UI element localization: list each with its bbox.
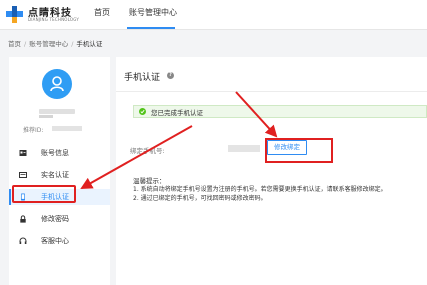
sidebar-item-real-name[interactable]: 实名认证 (9, 167, 110, 183)
nav-home-link[interactable]: 首页 (94, 7, 110, 18)
sidebar-item-label: 客服中心 (41, 237, 69, 245)
avatar[interactable] (42, 69, 72, 99)
referral-id-label: 推荐ID: (23, 127, 44, 134)
check-circle-icon (139, 108, 146, 115)
sidebar: 推荐ID: 账号信息 实名认证 手机认证 修改密码 客服中心 (9, 57, 110, 285)
help-icon[interactable]: ? (167, 72, 174, 79)
sidebar-item-customer-service[interactable]: 客服中心 (9, 233, 110, 249)
tip-line: 2. 通过已绑定的手机号，可找回密码或修改密码。 (133, 195, 267, 202)
bound-phone-label: 绑定手机号: (130, 147, 165, 155)
sidebar-item-change-password[interactable]: 修改密码 (9, 211, 110, 227)
bound-phone-value-redacted (228, 145, 260, 152)
nav-account-center-link[interactable]: 账号管理中心 (129, 7, 177, 18)
user-icon (50, 76, 64, 92)
sidebar-item-label: 实名认证 (41, 171, 69, 179)
breadcrumb-account-center[interactable]: 账号管理中心 (29, 40, 68, 48)
success-alert: 您已完成手机认证 (133, 105, 427, 118)
lock-icon (20, 215, 26, 223)
sidebar-item-account-info[interactable]: 账号信息 (9, 145, 110, 161)
breadcrumb-separator: / (24, 40, 27, 48)
nav-active-indicator (127, 27, 175, 29)
brand-subtitle: DIANJING TECHNOLOGY (28, 17, 80, 22)
main-panel: 手机认证 ? 您已完成手机认证 绑定手机号: 修改绑定 温馨提示： 1. 系统自… (116, 57, 427, 285)
page-title: 手机认证 (124, 73, 161, 83)
success-message: 您已完成手机认证 (151, 109, 203, 117)
breadcrumb-current: 手机认证 (76, 40, 103, 48)
annotation-highlight-modify (265, 138, 333, 163)
top-navigation-bar: 点睛科技 DIANJING TECHNOLOGY 首页 账号管理中心 (0, 0, 427, 30)
id-card-icon (19, 150, 27, 156)
sidebar-item-label: 账号信息 (41, 149, 69, 157)
breadcrumb-home[interactable]: 首页 (8, 40, 21, 48)
breadcrumb: 首页 / 账号管理中心 / 手机认证 (8, 38, 102, 48)
divider (116, 91, 427, 92)
brand-logo-icon[interactable] (6, 6, 23, 23)
tip-line: 1. 系统自动将绑定手机号设置为注册的手机号。若您需要更换手机认证，请联系客服修… (133, 186, 387, 193)
username-redacted-secondary (39, 115, 53, 118)
breadcrumb-separator: / (71, 40, 74, 48)
headset-icon (19, 237, 27, 244)
username-redacted (39, 109, 75, 114)
sidebar-item-label: 修改密码 (41, 215, 69, 223)
annotation-highlight-menu (12, 185, 76, 203)
card-icon (19, 172, 27, 178)
referral-id-redacted (52, 126, 82, 131)
